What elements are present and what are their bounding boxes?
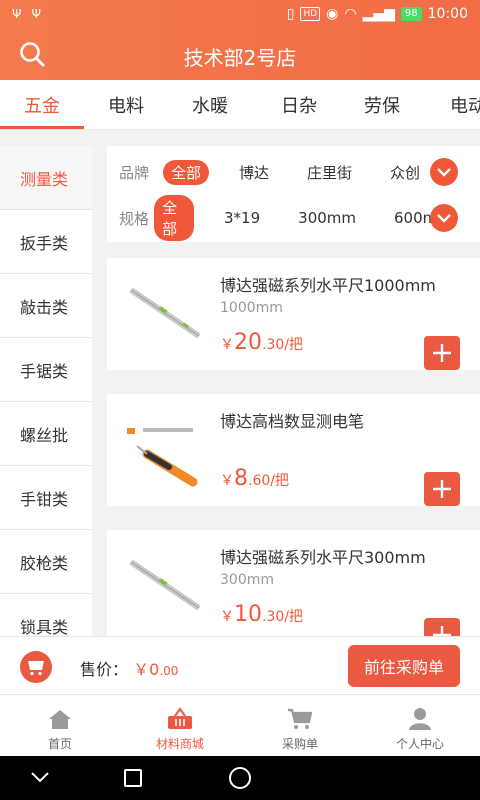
filter-panel: 品牌 全部 博达 庄里街 众创 规格 全部 3*19 300mm 600mm bbox=[107, 146, 480, 242]
clock: 10:00 bbox=[427, 6, 468, 22]
spec-filter-row: 规格 全部 3*19 300mm 600mm bbox=[107, 195, 480, 241]
sidebar-item-measuring[interactable]: 测量类 bbox=[0, 146, 92, 210]
add-to-cart-button[interactable] bbox=[424, 472, 460, 506]
home-nav-icon[interactable] bbox=[229, 767, 251, 789]
tab-protective[interactable]: 劳保 bbox=[364, 92, 400, 118]
spirit-level-image bbox=[129, 559, 201, 611]
spec-chip-300mm[interactable]: 300mm bbox=[290, 207, 364, 229]
spec-chip-3x19[interactable]: 3*19 bbox=[216, 207, 268, 229]
add-to-cart-button[interactable] bbox=[424, 618, 460, 636]
product-spec: 300mm bbox=[220, 572, 274, 588]
tab-power-tools[interactable]: 电动 bbox=[450, 92, 480, 118]
product-card[interactable]: 博达强磁系列水平尺1000mm 1000mm ￥20.30/把 bbox=[107, 258, 480, 370]
tab-personal-center[interactable]: 个人中心 bbox=[360, 695, 480, 757]
hd-badge: HD bbox=[300, 7, 321, 21]
cart-summary-bar: 售价： ￥0.00 前往采购单 bbox=[0, 636, 480, 694]
wifi-icon: ◠ bbox=[344, 6, 357, 22]
sidebar-item-locks[interactable]: 锁具类 bbox=[0, 594, 92, 637]
spirit-level-image bbox=[129, 287, 201, 339]
tab-home[interactable]: 首页 bbox=[0, 695, 120, 757]
spec-label: 规格 bbox=[119, 209, 150, 228]
back-chevron-icon[interactable] bbox=[30, 770, 50, 784]
brand-chip-all[interactable]: 全部 bbox=[163, 159, 210, 185]
overview-icon[interactable] bbox=[124, 769, 142, 787]
tab-electrical[interactable]: 电料 bbox=[108, 92, 144, 118]
product-card[interactable]: 博达高档数显测电笔 ￥8.60/把 bbox=[107, 394, 480, 506]
status-bar: Ψ Ψ ▯ HD ◉ ◠ ▂▄▆ 98 10:00 bbox=[0, 0, 480, 30]
page-title: 技术部2号店 bbox=[183, 46, 297, 70]
bottom-tab-bar: 首页 材料商城 采购单 个人中心 bbox=[0, 694, 480, 756]
brand-filter-row: 品牌 全部 博达 庄里街 众创 bbox=[107, 157, 450, 187]
product-name: 博达强磁系列水平尺300mm bbox=[220, 548, 426, 567]
go-to-purchase-order-button[interactable]: 前往采购单 bbox=[348, 645, 460, 687]
usb-icon: Ψ bbox=[12, 7, 22, 21]
app-header: 技术部2号店 bbox=[0, 30, 480, 80]
usb-icon-2: Ψ bbox=[31, 7, 41, 21]
add-to-cart-button[interactable] bbox=[424, 336, 460, 370]
product-name: 博达强磁系列水平尺1000mm bbox=[220, 276, 436, 295]
product-price: ￥20.30/把 bbox=[220, 330, 303, 355]
sidebar-item-pliers[interactable]: 手钳类 bbox=[0, 466, 92, 530]
battery-icon: 98 bbox=[400, 7, 422, 21]
sidebar-item-wrenches[interactable]: 扳手类 bbox=[0, 210, 92, 274]
home-icon bbox=[49, 710, 71, 729]
product-price: ￥8.60/把 bbox=[220, 466, 289, 491]
tab-purchase-order[interactable]: 采购单 bbox=[240, 695, 360, 757]
eye-icon: ◉ bbox=[326, 6, 339, 22]
brand-chip-zhongchuang[interactable]: 众创 bbox=[382, 160, 428, 185]
spec-expand-icon[interactable] bbox=[430, 204, 458, 232]
subcategory-sidebar: 测量类 扳手类 敲击类 手锯类 螺丝批 手钳类 胶枪类 锁具类 bbox=[0, 146, 92, 636]
voltage-tester-image bbox=[127, 428, 198, 487]
tab-hardware[interactable]: 五金 bbox=[24, 92, 60, 118]
tab-indicator bbox=[0, 126, 84, 129]
vibrate-icon: ▯ bbox=[286, 6, 295, 22]
tab-sundries[interactable]: 日杂 bbox=[281, 92, 317, 118]
total-price: 售价： ￥0.00 bbox=[80, 660, 179, 679]
signal-icon: ▂▄▆ bbox=[362, 6, 395, 22]
sidebar-item-screwdrivers[interactable]: 螺丝批 bbox=[0, 402, 92, 466]
sidebar-item-saws[interactable]: 手锯类 bbox=[0, 338, 92, 402]
brand-label: 品牌 bbox=[119, 163, 150, 182]
sidebar-item-glue-guns[interactable]: 胶枪类 bbox=[0, 530, 92, 594]
cart-icon bbox=[288, 708, 313, 729]
product-spec: 1000mm bbox=[220, 300, 283, 316]
user-icon bbox=[409, 708, 431, 730]
product-card[interactable]: 博达强磁系列水平尺300mm 300mm ￥10.30/把 bbox=[107, 530, 480, 636]
sidebar-item-striking[interactable]: 敲击类 bbox=[0, 274, 92, 338]
brand-chip-zhuangli[interactable]: 庄里街 bbox=[299, 160, 360, 185]
product-price: ￥10.30/把 bbox=[220, 602, 303, 627]
product-name: 博达高档数显测电笔 bbox=[220, 412, 365, 431]
brand-chip-boda[interactable]: 博达 bbox=[231, 160, 277, 185]
brand-expand-icon[interactable] bbox=[430, 158, 458, 186]
tab-plumbing[interactable]: 水暖 bbox=[192, 92, 228, 118]
basket-icon bbox=[168, 707, 192, 729]
category-tabs: 五金 电料 水暖 日杂 劳保 电动 bbox=[0, 80, 480, 130]
system-nav-bar bbox=[0, 756, 480, 800]
shopping-cart-icon[interactable] bbox=[20, 651, 52, 683]
tab-materials-mall[interactable]: 材料商城 bbox=[120, 695, 240, 757]
spec-chip-all[interactable]: 全部 bbox=[154, 195, 195, 241]
